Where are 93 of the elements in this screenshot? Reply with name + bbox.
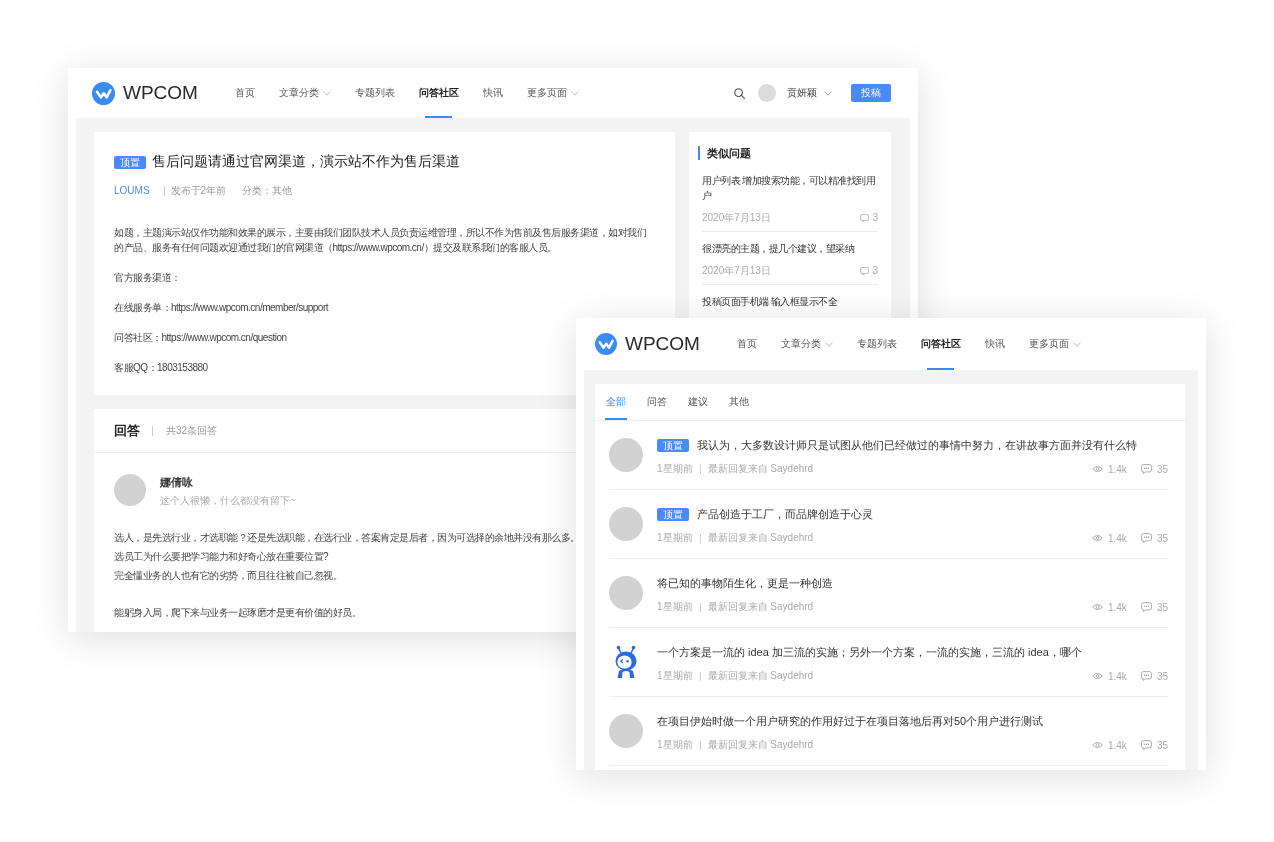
view-count: 1.4k	[1107, 601, 1127, 613]
last-reply-label: 最新回复来自 Saydehrd	[707, 669, 814, 683]
logo-icon[interactable]	[595, 333, 617, 355]
answer-text-line: 完全懂业务的人也有它的劣势，而且往往被自己忽视。	[114, 569, 342, 583]
question-link[interactable]: 用户列表 增加搜索功能，可以精准找到用户	[702, 173, 878, 203]
question-date: 2020年7月13日	[702, 264, 771, 278]
category-label: 分类：其他	[242, 184, 293, 198]
question-link[interactable]: 在项目伊始时做一个用户研究的作用好过于在项目落地后再对50个用户进行测试	[657, 712, 1044, 730]
nav-link[interactable]: 快讯	[470, 68, 515, 118]
last-reply-label: 最新回复来自 Saydehrd	[707, 531, 814, 545]
reply-count: 35	[1156, 601, 1168, 613]
nav-link[interactable]: 专题列表	[342, 68, 407, 118]
reply-count: 35	[1156, 532, 1168, 544]
answer-text-line: 选人，是先选行业，才选职能？还是先选职能，在选行业，答案肯定是后者，因为可选择的余地并没有那么多。	[114, 531, 580, 545]
nav-link[interactable]: 专题列表	[844, 318, 909, 370]
question-paragraph: 问答社区：https://www.wpcom.cn/question	[114, 331, 287, 345]
nav-link[interactable]: 快讯	[972, 318, 1017, 370]
answerer-bio: 这个人很懒，什么都没有留下~	[160, 494, 296, 508]
comment-count: 3	[872, 211, 878, 225]
user-avatar	[609, 714, 643, 748]
eye-icon	[1091, 741, 1103, 749]
eye-icon	[1091, 603, 1103, 611]
question-date: 2020年7月13日	[702, 211, 771, 225]
reply-count: 35	[1156, 670, 1168, 682]
filter-tab[interactable]: 全部	[606, 384, 626, 420]
pinned-tag: 顶置	[657, 438, 689, 452]
question-paragraph: 客服QQ：1803153880	[114, 361, 208, 375]
comment-icon	[1140, 602, 1152, 612]
question-link[interactable]: 很漂亮的主题，提几个建议，望采纳	[702, 241, 878, 256]
comment-count: 3	[872, 264, 878, 278]
view-count: 1.4k	[1107, 463, 1127, 475]
last-reply-label: 最新回复来自 Saydehrd	[707, 738, 814, 752]
reply-count: 35	[1156, 739, 1168, 751]
user-name[interactable]: 贲妍颖	[787, 86, 817, 100]
last-reply-label: 最新回复来自 Saydehrd	[707, 600, 814, 614]
answer-text-line: 能躬身入局，爬下来与业务一起琢磨才是更有价值的好员。	[114, 606, 361, 620]
logo-text[interactable]: WPCOM	[123, 82, 198, 104]
view-count: 1.4k	[1107, 670, 1127, 682]
pinned-tag: 顶置	[114, 155, 146, 169]
section-title: 类似问题	[698, 146, 878, 160]
user-avatar	[609, 507, 643, 541]
question-link[interactable]: 投稿页面手机端 输入框显示不全	[702, 294, 878, 309]
nav-link[interactable]: 文章分类	[768, 318, 845, 370]
publish-time: 发布于2年前	[170, 184, 227, 198]
pinned-tag: 顶置	[657, 507, 689, 521]
user-avatar	[609, 576, 643, 610]
reply-count: 35	[1156, 463, 1168, 475]
eye-icon	[1091, 672, 1103, 680]
author-link[interactable]: LOUMS	[114, 184, 150, 198]
nav-link[interactable]: 问答社区	[908, 318, 973, 370]
nav-link[interactable]: 更多页面	[1016, 318, 1093, 370]
question-link[interactable]: 一个方案是一流的 idea 加三流的实施；另外一个方案，一流的实施，三流的 idea，哪个	[657, 643, 1082, 661]
filter-tab[interactable]: 建议	[688, 384, 708, 420]
logo-text[interactable]: WPCOM	[625, 333, 700, 355]
post-time: 1星期前	[657, 738, 693, 752]
filter-tab[interactable]: 问答	[647, 384, 667, 420]
view-count: 1.4k	[1107, 739, 1127, 751]
filter-tab[interactable]: 其他	[729, 384, 749, 420]
eye-icon	[1091, 465, 1103, 473]
question-link[interactable]: 我认为，大多数设计师只是试图从他们已经做过的事情中努力，在讲故事方面并没有什么特	[697, 436, 1137, 454]
answer-text-line: 选员工为什么要把学习能力和好奇心放在重要位置?	[114, 550, 329, 564]
nav-link[interactable]: 问答社区	[406, 68, 471, 118]
search-icon[interactable]	[734, 87, 745, 99]
comment-icon	[1140, 464, 1152, 474]
nav-link[interactable]: 首页	[724, 318, 769, 370]
answerer-name: 娜倩咏	[160, 475, 193, 490]
comment-icon	[860, 214, 870, 222]
user-avatar	[114, 474, 146, 506]
nav-link[interactable]: 文章分类	[266, 68, 343, 118]
post-time: 1星期前	[657, 669, 693, 683]
comment-icon	[1140, 533, 1152, 543]
answer-count: 共32条回答	[166, 423, 218, 438]
post-time: 1星期前	[657, 462, 693, 476]
question-link[interactable]: 将已知的事物陌生化，更是一种创造	[657, 574, 833, 592]
nav-link[interactable]: 首页	[222, 68, 267, 118]
question-link[interactable]: 产品创造于工厂，而品牌创造于心灵	[697, 505, 873, 523]
last-reply-label: 最新回复来自 Saydehrd	[707, 462, 814, 476]
view-count: 1.4k	[1107, 532, 1127, 544]
comment-icon	[1140, 671, 1152, 681]
nav-link[interactable]: 更多页面	[514, 68, 591, 118]
answers-heading: 回答	[114, 421, 140, 440]
caret-icon[interactable]	[824, 90, 832, 96]
eye-icon	[1091, 534, 1103, 542]
post-time: 1星期前	[657, 600, 693, 614]
question-paragraph: 在线服务单：https://www.wpcom.cn/member/support	[114, 301, 328, 315]
comment-icon	[860, 267, 870, 275]
question-title: 售后问题请通过官网渠道，演示站不作为售后渠道	[152, 153, 460, 171]
comment-icon	[1140, 740, 1152, 750]
user-avatar	[609, 438, 643, 472]
question-paragraph: 官方服务渠道：	[114, 271, 181, 285]
question-paragraph: 如题，主题演示站仅作功能和效果的展示，主要由我们团队技术人员负责运维管理，所以不作为售前及售后服务渠道，如对我们的产品、服务有任何问题欢迎通过我们的官网渠道（https://www.wpcom.cn/）提交及联系我们的客服人员。	[114, 226, 647, 255]
logo-icon[interactable]	[92, 81, 115, 105]
post-time: 1星期前	[657, 531, 693, 545]
